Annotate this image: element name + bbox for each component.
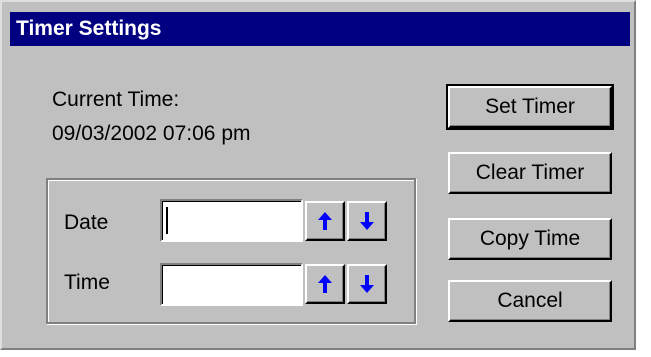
date-input[interactable] xyxy=(160,199,303,242)
date-up-button[interactable] xyxy=(305,201,345,241)
set-timer-button[interactable]: Set Timer xyxy=(446,84,614,130)
cancel-button[interactable]: Cancel xyxy=(448,280,612,322)
timer-settings-dialog: Timer Settings Current Time: 09/03/2002 … xyxy=(0,0,636,350)
text-caret xyxy=(166,207,168,234)
date-label: Date xyxy=(64,211,109,234)
title-bar: Timer Settings xyxy=(10,12,630,46)
window-title: Timer Settings xyxy=(16,17,162,40)
current-time-label: Current Time: xyxy=(52,88,180,111)
up-arrow-icon xyxy=(318,275,332,293)
up-arrow-icon xyxy=(318,212,332,230)
date-down-button[interactable] xyxy=(347,201,387,241)
time-input[interactable] xyxy=(160,263,303,306)
down-arrow-icon xyxy=(360,212,374,230)
time-down-button[interactable] xyxy=(347,264,387,304)
down-arrow-icon xyxy=(360,275,374,293)
time-up-button[interactable] xyxy=(305,264,345,304)
copy-time-button[interactable]: Copy Time xyxy=(448,218,612,260)
clear-timer-button[interactable]: Clear Timer xyxy=(448,152,612,194)
current-time-value: 09/03/2002 07:06 pm xyxy=(52,122,251,145)
time-label: Time xyxy=(64,271,110,294)
